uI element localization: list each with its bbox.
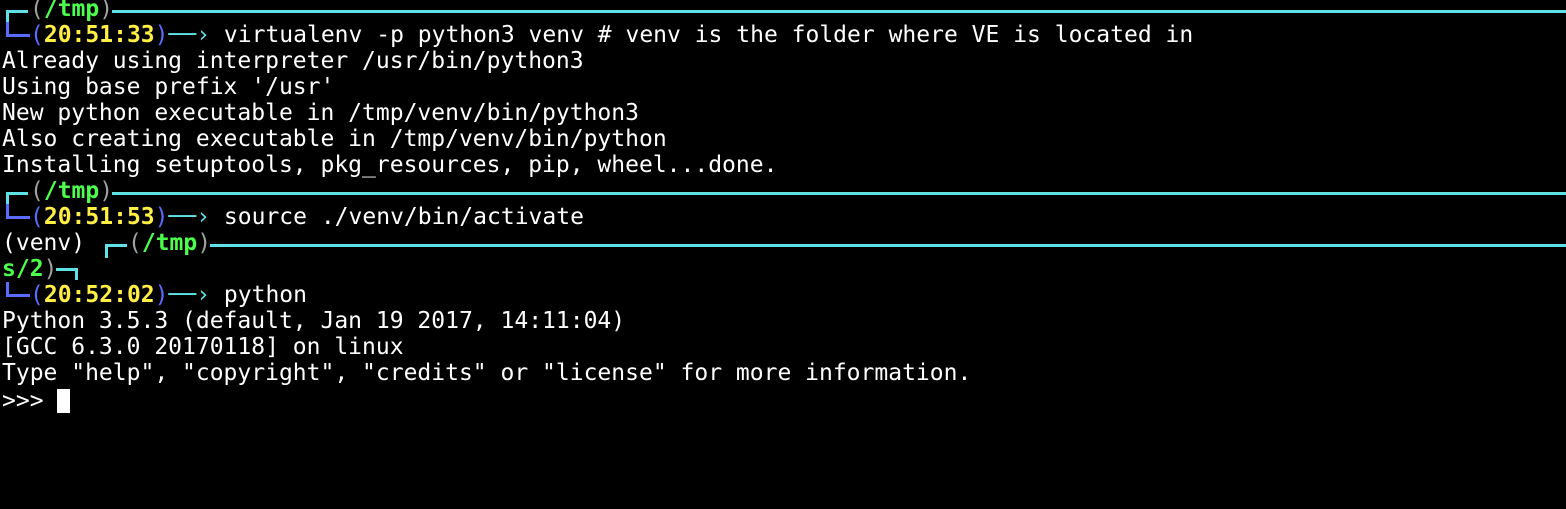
output-line: [GCC 6.3.0 20170118] on linux xyxy=(2,334,404,360)
prompt-line: (20:51:53)──› source ./venv/bin/activate xyxy=(30,204,584,230)
venv-indicator: (venv) xyxy=(2,230,86,256)
prompt-dir-line: (/tmp) xyxy=(128,230,212,256)
output-line: New python executable in /tmp/venv/bin/p… xyxy=(2,100,639,126)
prompt-frame-bottom xyxy=(6,34,30,37)
prompt-rule xyxy=(112,10,1566,13)
output-line: Using base prefix '/usr' xyxy=(2,74,335,100)
prompt-directory: /tmp xyxy=(141,230,198,256)
prompt-frame-top xyxy=(6,10,28,13)
repl-prompt: >>> xyxy=(2,388,44,414)
prompt-frame-bottom xyxy=(6,294,30,297)
prompt-command: source ./venv/bin/activate xyxy=(223,204,584,230)
prompt-time: 20:52:02 xyxy=(43,282,155,308)
prompt-time: 20:51:33 xyxy=(43,22,155,48)
prompt-rule xyxy=(112,192,1566,195)
prompt-line: (20:52:02)──› python xyxy=(30,282,307,308)
output-line: Type "help", "copyright", "credits" or "… xyxy=(2,360,972,386)
prompt-directory: /tmp xyxy=(43,178,100,204)
prompt-time: 20:51:53 xyxy=(43,204,155,230)
output-line: Installing setuptools, pkg_resources, pi… xyxy=(2,152,778,178)
prompt-dir-line: (/tmp) xyxy=(30,0,113,22)
output-line: Also creating executable in /tmp/venv/bi… xyxy=(2,126,667,152)
prompt-directory-wrap: s/2 xyxy=(2,256,44,282)
prompt-dir-line: (/tmp) xyxy=(30,178,114,204)
prompt-command: virtualenv -p python3 venv # venv is the… xyxy=(223,22,1194,48)
output-line: Python 3.5.3 (default, Jan 19 2017, 14:1… xyxy=(2,308,626,334)
text-cursor[interactable] xyxy=(57,389,70,413)
prompt-directory: /tmp xyxy=(43,0,100,22)
prompt-line: (20:51:33)──› virtualenv -p python3 venv… xyxy=(30,22,1194,48)
prompt-dir-wrap-line: s/2) xyxy=(2,256,58,282)
prompt-rule xyxy=(210,244,1566,247)
prompt-frame-bottom xyxy=(6,216,30,219)
prompt-frame-top xyxy=(6,192,28,195)
output-line: Already using interpreter /usr/bin/pytho… xyxy=(2,48,584,74)
prompt-frame-wrap-down xyxy=(75,268,78,280)
prompt-frame-top xyxy=(105,244,127,247)
prompt-command: python xyxy=(223,282,307,308)
